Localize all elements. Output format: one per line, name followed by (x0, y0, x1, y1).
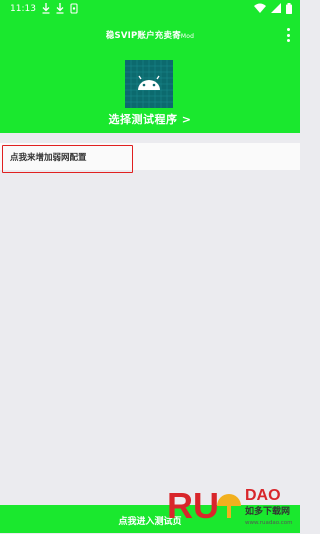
wifi-icon (254, 3, 266, 13)
notification-icon (70, 3, 78, 14)
status-system-icons (254, 3, 292, 14)
svg-text:RU: RU (167, 485, 219, 526)
more-options-icon[interactable] (286, 28, 290, 42)
android-app-icon[interactable] (125, 60, 173, 108)
signal-icon (271, 3, 281, 13)
app-title-suffix: Mod (180, 33, 195, 40)
watermark-logo: RU DAO 如多下载网 www.ruadao.com (165, 478, 297, 530)
status-time: 11:13 (10, 4, 36, 14)
download-icon (56, 3, 64, 14)
download-icon (42, 3, 50, 14)
select-test-app-link[interactable]: 选择测试程序 > (0, 111, 300, 127)
svg-text:www.ruadao.com: www.ruadao.com (245, 520, 292, 526)
app-header: 稳SVIP账户充卖寄Mod 选择测试程序 > (0, 20, 300, 133)
status-notification-icons (42, 3, 78, 14)
status-bar: 11:13 (0, 0, 300, 20)
app-title-text: 稳SVIP账户充卖寄 (105, 31, 181, 41)
highlight-box (2, 145, 133, 173)
android-robot-icon (125, 60, 173, 108)
svg-text:DAO: DAO (245, 487, 281, 504)
svg-text:如多下载网: 如多下载网 (245, 505, 290, 517)
battery-icon (286, 3, 292, 14)
app-title: 稳SVIP账户充卖寄Mod (0, 29, 300, 41)
